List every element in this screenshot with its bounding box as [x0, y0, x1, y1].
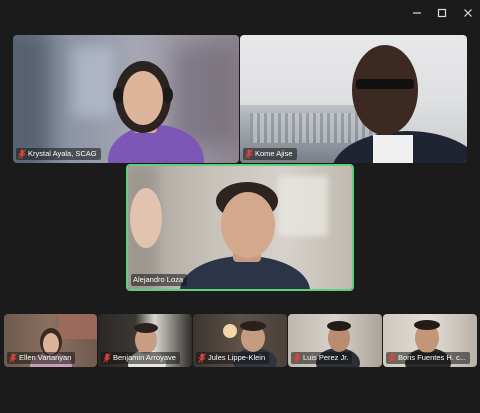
participant-name-tag: Alejandro Loza [131, 274, 188, 286]
muted-mic-icon [18, 149, 26, 159]
participant-name-tag: Luis Perez Jr. [291, 352, 353, 364]
participant-name: Alejandro Loza [133, 275, 184, 284]
participant-name: Krystal Ayala, SCAG [28, 149, 97, 158]
muted-mic-icon [293, 353, 301, 363]
maximize-icon[interactable] [433, 4, 451, 22]
participant-name: Benjamin Arroyave [113, 353, 176, 362]
title-bar [0, 0, 480, 26]
participant-name-tag: Benjamin Arroyave [101, 352, 180, 364]
muted-mic-icon [103, 353, 111, 363]
video-tile-kome-ajise[interactable]: Kome Ajise [240, 35, 467, 163]
participant-name: Boris Fuentes H. c... [398, 353, 466, 362]
muted-mic-icon [245, 149, 253, 159]
muted-mic-icon [388, 353, 396, 363]
participant-name: Kome Ajise [255, 149, 293, 158]
participant-name: Ellen Vartanyan [19, 353, 72, 362]
participant-name-tag: Ellen Vartanyan [7, 352, 76, 364]
participant-name: Jules Lippe-Klein [208, 353, 266, 362]
muted-mic-icon [9, 353, 17, 363]
video-feed [240, 35, 467, 163]
participant-name-tag: Krystal Ayala, SCAG [16, 148, 101, 160]
video-feed [13, 35, 239, 163]
muted-mic-icon [198, 353, 206, 363]
video-feed [128, 166, 352, 289]
video-tile-krystal-ayala[interactable]: Krystal Ayala, SCAG [13, 35, 239, 163]
video-tile-benjamin-arroyave[interactable]: Benjamin Arroyave [98, 314, 192, 367]
participant-name: Luis Perez Jr. [303, 353, 349, 362]
video-tile-luis-perez-jr[interactable]: Luis Perez Jr. [288, 314, 382, 367]
video-tile-ellen-vartanyan[interactable]: Ellen Vartanyan [4, 314, 97, 367]
close-icon[interactable] [459, 4, 477, 22]
participant-name-tag: Jules Lippe-Klein [196, 352, 270, 364]
participant-name-tag: Boris Fuentes H. c... [386, 352, 470, 364]
video-tile-jules-lippe-klein[interactable]: Jules Lippe-Klein [193, 314, 287, 367]
participant-name-tag: Kome Ajise [243, 148, 297, 160]
video-tile-alejandro-loza[interactable]: Alejandro Loza [126, 164, 354, 291]
video-tile-boris-fuentes[interactable]: Boris Fuentes H. c... [383, 314, 477, 367]
minimize-icon[interactable] [408, 4, 426, 22]
